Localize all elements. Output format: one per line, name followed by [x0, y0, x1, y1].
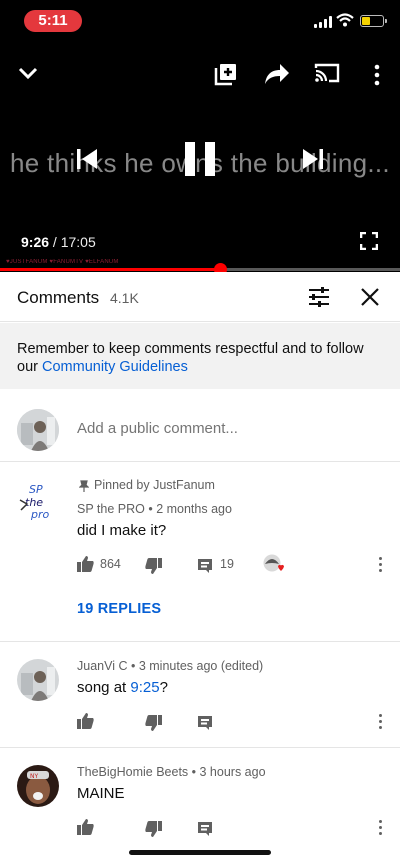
- add-to-playlist-icon[interactable]: [214, 62, 238, 88]
- svg-text:NY: NY: [30, 773, 38, 780]
- like-icon[interactable]: [77, 556, 94, 572]
- home-indicator[interactable]: [129, 850, 271, 855]
- comment-author[interactable]: TheBigHomie Beets: [77, 765, 188, 779]
- wifi-icon: [336, 13, 354, 29]
- next-icon[interactable]: [302, 147, 324, 176]
- like-icon[interactable]: [77, 819, 94, 835]
- comment-meta: TheBigHomie Beets • 3 hours ago: [77, 765, 266, 779]
- pause-icon[interactable]: [184, 141, 216, 182]
- add-comment-row: [0, 390, 400, 462]
- comment-actions: 864 19: [77, 554, 397, 576]
- comment-time: 2 months ago: [156, 502, 232, 516]
- progress-bar[interactable]: [0, 263, 400, 272]
- current-time: 9:26: [21, 234, 50, 250]
- comments-header: Comments 4.1K: [0, 272, 400, 322]
- reply-icon[interactable]: [197, 821, 213, 837]
- sort-comments-icon[interactable]: [307, 285, 331, 309]
- comment-time: 3 hours ago: [199, 765, 266, 779]
- like-count: 864: [100, 557, 121, 571]
- scrubber-handle[interactable]: [214, 263, 228, 272]
- comment-item: JuanVi C • 3 minutes ago (edited) song a…: [0, 642, 400, 748]
- progress-played: [0, 268, 221, 271]
- comment-more-icon[interactable]: [377, 820, 383, 836]
- svg-text:SP: SP: [29, 483, 43, 496]
- dislike-icon[interactable]: [145, 558, 162, 574]
- cellular-signal-icon: [314, 16, 332, 28]
- duration: 17:05: [60, 234, 96, 250]
- comment-meta: JuanVi C • 3 minutes ago (edited): [77, 659, 264, 673]
- comment-more-icon[interactable]: [377, 557, 383, 573]
- creator-heart-icon: [263, 554, 285, 574]
- battery-icon: [360, 15, 387, 27]
- comment-text-suffix: ?: [159, 679, 168, 696]
- comment-actions: [77, 819, 397, 839]
- status-bar: 5:11: [0, 0, 400, 44]
- community-guidelines-notice: Remember to keep comments respectful and…: [0, 323, 400, 389]
- community-guidelines-link[interactable]: Community Guidelines: [42, 359, 188, 375]
- comment-item: SP the pro Pinned by JustFanum SP the PR…: [0, 462, 400, 642]
- status-time: 5:11: [24, 10, 82, 32]
- minimize-chevron-icon[interactable]: [17, 62, 39, 88]
- comment-author[interactable]: JuanVi C: [77, 659, 128, 673]
- share-icon[interactable]: [264, 62, 290, 88]
- pin-icon: [78, 479, 90, 497]
- time-separator: /: [49, 234, 61, 250]
- comment-text: MAINE: [77, 785, 125, 802]
- comment-author[interactable]: SP the PRO: [77, 502, 145, 516]
- like-icon[interactable]: [77, 713, 94, 729]
- reply-icon[interactable]: [197, 558, 213, 574]
- fullscreen-icon[interactable]: [359, 231, 379, 251]
- svg-text:pro: pro: [30, 508, 50, 521]
- comment-item: NY TheBigHomie Beets • 3 hours ago MAINE: [0, 748, 400, 848]
- close-icon[interactable]: [359, 286, 381, 308]
- playback-time: 9:26 / 17:05: [21, 234, 96, 250]
- video-watermark: ♥JUSTFANUM ♥FANUMTV ♥ELFANUM: [6, 259, 119, 265]
- comment-time: 3 minutes ago (edited): [138, 659, 264, 673]
- current-user-avatar: [17, 409, 59, 451]
- more-options-icon[interactable]: [373, 64, 381, 90]
- comment-more-icon[interactable]: [377, 714, 383, 730]
- reply-icon[interactable]: [197, 715, 213, 731]
- comment-actions: [77, 713, 397, 733]
- comments-count: 4.1K: [110, 290, 139, 306]
- view-replies-button[interactable]: 19 REPLIES: [77, 601, 161, 617]
- pinned-label: Pinned by JustFanum: [94, 478, 215, 492]
- commenter-avatar[interactable]: [17, 659, 59, 701]
- reply-count: 19: [220, 557, 234, 571]
- comment-text: did I make it?: [77, 522, 167, 539]
- commenter-avatar[interactable]: NY: [17, 765, 59, 807]
- comment-text: song at 9:25?: [77, 679, 168, 696]
- dislike-icon[interactable]: [145, 715, 162, 731]
- video-player[interactable]: 5:11 he thinks he owns the building... 9…: [0, 0, 400, 272]
- add-comment-input[interactable]: [77, 420, 377, 437]
- comment-meta: SP the PRO • 2 months ago: [77, 502, 232, 516]
- previous-icon[interactable]: [76, 147, 98, 176]
- commenter-avatar[interactable]: SP the pro: [17, 480, 59, 522]
- timestamp-link[interactable]: 9:25: [130, 679, 159, 696]
- dislike-icon[interactable]: [145, 821, 162, 837]
- comment-text-prefix: song at: [77, 679, 131, 696]
- comments-title: Comments: [17, 288, 100, 307]
- cast-icon[interactable]: [314, 62, 340, 88]
